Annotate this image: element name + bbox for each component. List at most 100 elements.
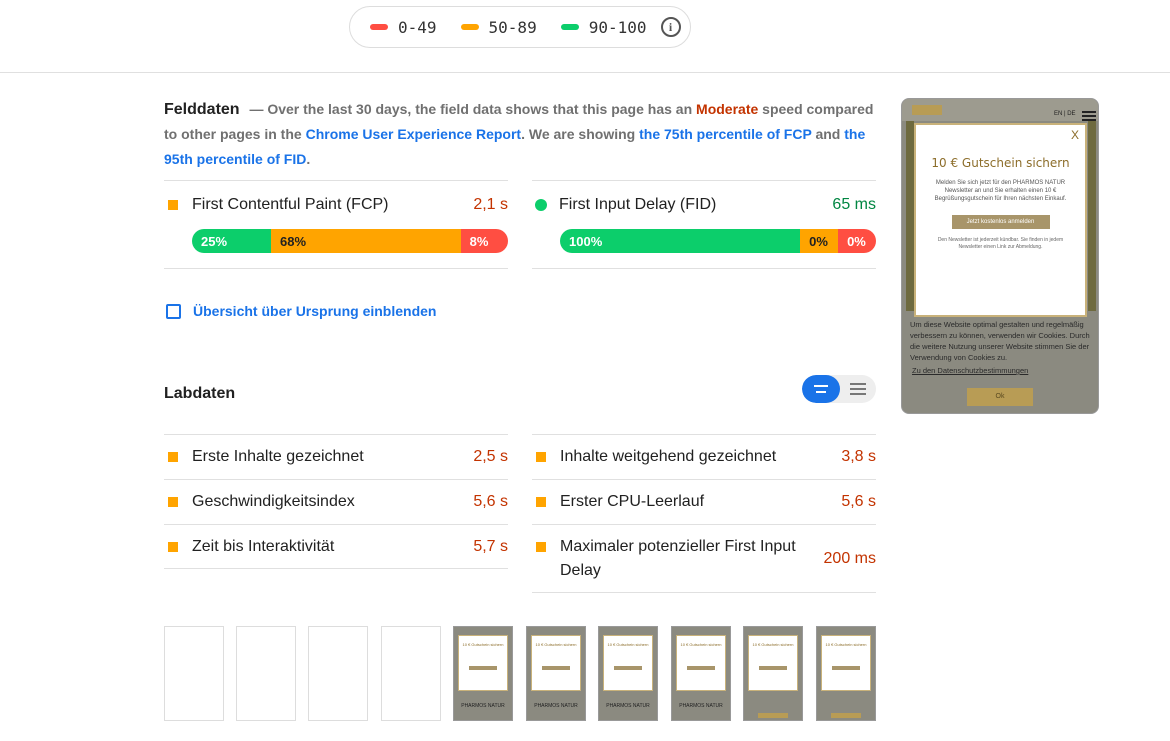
legend-swatch-red [370,24,388,30]
filmstrip-frame [164,626,224,721]
field-data-heading: Felddaten [164,101,240,118]
lab-metric-row: Zeit bis Interaktivität 5,7 s [164,524,508,569]
mini-brand: PHARMOS NATUR [606,703,650,709]
segment-label: 0% [847,233,866,249]
lab-data-heading: Labdaten [164,385,236,402]
compact-view-icon[interactable] [802,375,840,403]
mini-popup-title: 10 € Gutschein sichern [752,642,794,647]
lab-metrics-right: Inhalte weitgehend gezeichnet 3,8 s Erst… [532,434,876,593]
metric-name: Geschwindigkeitsindex [192,493,355,510]
mini-popup-button [542,666,570,670]
mini-popup-button [759,666,787,670]
mini-popup-button [832,666,860,670]
popup-button: Jetzt kostenlos anmelden [951,215,1050,229]
lab-metric-row: Maximaler potenzieller First Input Delay… [532,524,876,593]
filmstrip-frame: 10 € Gutschein sichern PHARMOS NATUR [526,626,586,721]
metric-value: 2,1 s [473,196,508,213]
intro-text: . We are showing [521,126,640,142]
background-image [1088,121,1096,311]
metric-value: 5,6 s [473,493,508,510]
mini-popup-title: 10 € Gutschein sichern [680,642,722,647]
segment-label: 8% [469,233,489,249]
average-square-icon [536,452,546,462]
show-origin-summary-toggle[interactable]: Übersicht über Ursprung einblenden [166,303,436,319]
mini-popup-button [614,666,642,670]
expanded-view-icon[interactable] [840,375,876,403]
mini-popup-title: 10 € Gutschein sichern [607,642,649,647]
crux-link[interactable]: Chrome User Experience Report [306,126,522,142]
mini-brand: PHARMOS NATUR [534,703,578,709]
distribution-fast: 25% [192,229,271,253]
metric-name: Erster CPU-Leerlauf [560,493,705,510]
mini-popup-button [469,666,497,670]
lab-metric-row: Geschwindigkeitsindex 5,6 s [164,479,508,524]
average-square-icon [168,452,178,462]
filmstrip-frame: 10 € Gutschein sichern PHARMOS NATUR [453,626,513,721]
legend-item-pass: 90-100 [560,17,647,37]
legend-label: 0-49 [398,17,437,37]
lab-metric-row: Erster CPU-Leerlauf 5,6 s [532,479,876,524]
average-square-icon [168,200,178,210]
score-legend: 0-49 50-89 90-100 i [349,6,691,48]
metric-name: First Input Delay (FID) [559,196,717,213]
fcp-distribution-bar: 25% 68% 8% [192,229,508,253]
field-data-intro: Felddaten — Over the last 30 days, the f… [164,97,876,172]
header-divider [0,72,1170,73]
close-icon: X [1070,128,1079,142]
metric-name: Erste Inhalte gezeichnet [192,448,364,465]
legend-item-average: 50-89 [460,17,537,37]
segment-label: 68% [280,233,307,249]
average-square-icon [168,497,178,507]
segment-label: 25% [201,233,228,249]
legend-label: 90-100 [588,17,647,37]
distribution-average: 0% [800,229,839,253]
mini-brand: PHARMOS NATUR [679,703,723,709]
mini-popup: 10 € Gutschein sichern [531,635,581,691]
fcp-metric: First Contentful Paint (FCP) 2,1 s 25% 6… [164,180,508,269]
cookie-banner: Um diese Website optimal gestalten und r… [910,319,1094,376]
mini-popup: 10 € Gutschein sichern [821,635,871,691]
mini-brand: PHARMOS NATUR [461,703,505,709]
checkbox[interactable] [166,303,181,319]
metric-value: 5,7 s [473,537,508,555]
mini-popup: 10 € Gutschein sichern [676,635,726,691]
view-toggle[interactable] [802,375,876,403]
filmstrip-frame [381,626,441,721]
newsletter-popup: X 10 € Gutschein sichern Melden Sie sich… [914,123,1087,317]
popup-text: Melden Sie sich jetzt für den PHARMOS NA… [934,180,1067,202]
mini-popup-title: 10 € Gutschein sichern [825,642,867,647]
distribution-average: 68% [271,229,461,253]
segment-label: 100% [569,233,603,249]
legend-label: 50-89 [488,17,537,37]
metric-name: Inhalte weitgehend gezeichnet [560,448,777,465]
lab-metric-row: Erste Inhalte gezeichnet 2,5 s [164,434,508,479]
filmstrip-frame: 10 € Gutschein sichern PHARMOS NATUR [598,626,658,721]
info-icon[interactable]: i [660,17,681,37]
popup-small-text: Den Newsletter ist jederzeit kündbar. Si… [937,237,1064,250]
filmstrip-frame [236,626,296,721]
metric-value: 5,6 s [841,493,876,510]
mini-popup-title: 10 € Gutschein sichern [462,642,504,647]
filmstrip-frame [308,626,368,721]
mini-cookie-button [831,713,861,718]
lab-metrics-left: Erste Inhalte gezeichnet 2,5 s Geschwind… [164,434,508,569]
fcp-percentile-link[interactable]: the 75th percentile of FCP [639,126,811,142]
segment-label: 0% [809,233,828,249]
filmstrip-frame: 10 € Gutschein sichern PHARMOS NATUR [671,626,731,721]
popup-title: 10 € Gutschein sichern [931,156,1070,170]
metric-name: First Contentful Paint (FCP) [192,196,389,213]
metric-value: 2,5 s [473,448,508,465]
site-logo [912,105,942,115]
metric-name: Zeit bis Interaktivität [192,537,335,555]
metric-value: 65 ms [832,196,876,213]
intro-text: — Over the last 30 days, the field data … [249,101,697,117]
metric-value: 3,8 s [841,448,876,465]
filmstrip-frame: 10 € Gutschein sichern [743,626,803,721]
lab-metric-row: Inhalte weitgehend gezeichnet 3,8 s [532,434,876,479]
cookie-ok-button: Ok [967,388,1033,406]
cookie-text: Um diese Website optimal gestalten und r… [910,320,1090,362]
average-square-icon [168,541,178,552]
mini-popup: 10 € Gutschein sichern [748,635,798,691]
legend-swatch-orange [460,24,479,30]
distribution-slow: 0% [838,229,876,253]
